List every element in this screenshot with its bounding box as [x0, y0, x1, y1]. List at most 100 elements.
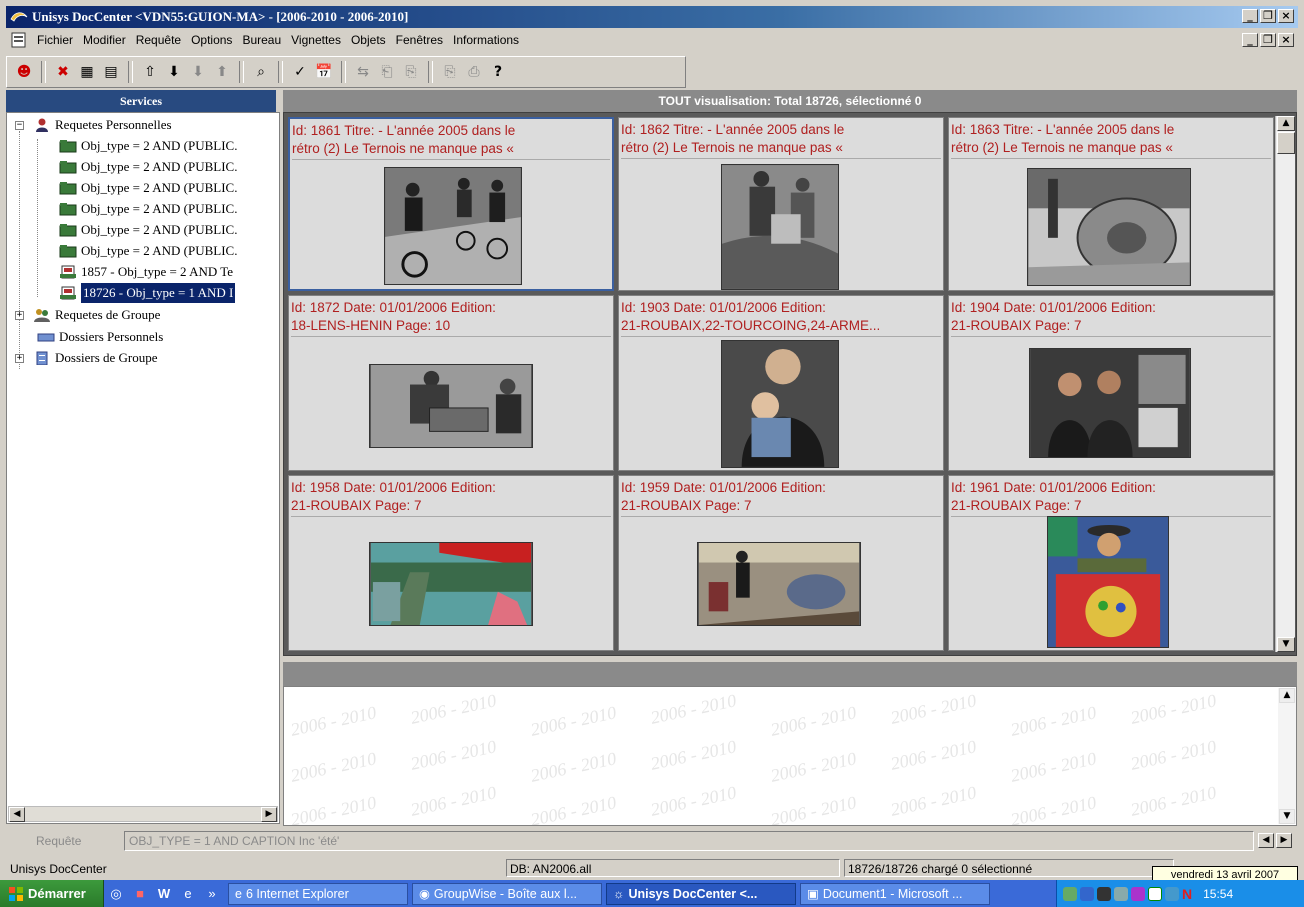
tree-node-query[interactable]: Obj_type = 2 AND (PUBLIC. — [59, 241, 237, 261]
thumbnail-cell[interactable]: Id: 1959 Date: 01/01/2006 Edition: 21-ROU… — [618, 475, 944, 651]
query-input[interactable]: OBJ_TYPE = 1 AND CAPTION Inc 'été' — [124, 831, 1254, 851]
print-icon[interactable]: ⎙ — [463, 61, 485, 83]
folder-green-icon — [59, 140, 77, 153]
tray-traffic-icon[interactable] — [1097, 886, 1111, 901]
tray-vpn-icon[interactable] — [1148, 886, 1162, 901]
scroll-thumb[interactable] — [1277, 132, 1295, 154]
watermark-text: 2006 - 2010 — [768, 702, 859, 740]
thumbnail-cell[interactable]: Id: 1958 Date: 01/01/2006 Edition: 21-ROU… — [288, 475, 614, 651]
arrow-down-grey-icon[interactable]: ⬇ — [187, 61, 209, 83]
search-icon[interactable]: ⌕ — [250, 61, 272, 83]
thumbnail-cell[interactable]: Id: 1872 Date: 01/01/2006 Edition: 18-LEN… — [288, 295, 614, 471]
help-icon[interactable]: ? — [487, 61, 509, 83]
scroll-up-arrow-icon[interactable]: ▲ — [1279, 688, 1295, 703]
menu-vignettes[interactable]: Vignettes — [286, 33, 346, 47]
scroll-right-arrow-icon[interactable]: ▶ — [261, 807, 277, 822]
tree-node-result[interactable]: 1857 - Obj_type = 2 AND Te — [59, 262, 233, 282]
scroll-right-arrow-icon[interactable]: ▶ — [1276, 833, 1292, 848]
child-restore-button[interactable]: ❐ — [1260, 33, 1276, 47]
thumbnail-cell[interactable]: Id: 1861 Titre: - L'année 2005 dans le ré… — [288, 117, 614, 291]
user-stop-icon[interactable]: ☻ — [13, 61, 35, 83]
tree-node-requetes-de-groupe[interactable]: Requetes de Groupe — [33, 305, 160, 325]
detail-vertical-scrollbar[interactable]: ▲ ▼ — [1278, 688, 1296, 824]
close-button[interactable]: × — [1278, 9, 1294, 23]
document-icon[interactable] — [10, 32, 28, 48]
calendar-icon[interactable]: 📅 — [313, 61, 335, 83]
browser-quicklaunch-icon[interactable]: ◎ — [106, 884, 126, 904]
tray-n-icon[interactable]: N — [1182, 886, 1192, 902]
menu-options[interactable]: Options — [186, 33, 237, 47]
import-icon[interactable]: ⎘ — [400, 61, 422, 83]
tray-antivirus-icon[interactable] — [1131, 886, 1145, 901]
restore-button[interactable]: ❐ — [1260, 9, 1276, 23]
tree-node-dossiers-de-groupe[interactable]: Dossiers de Groupe — [33, 348, 158, 368]
tree-label: Dossiers Personnels — [59, 329, 164, 344]
start-button[interactable]: Démarrer — [0, 880, 104, 907]
task-groupwise[interactable]: ◉ GroupWise - Boîte aux l... — [412, 882, 602, 905]
caption-line: Id: 1959 Date: 01/01/2006 Edition: — [621, 480, 826, 495]
copy-icon[interactable]: ⎘ — [439, 61, 461, 83]
menu-fenetres[interactable]: Fenêtres — [391, 33, 448, 47]
tree-label: 18726 - Obj_type = 1 AND I — [81, 283, 236, 303]
expand-toggle[interactable]: + — [15, 311, 24, 320]
scroll-left-arrow-icon[interactable]: ◀ — [9, 807, 25, 822]
tree-node-query[interactable]: Obj_type = 2 AND (PUBLIC. — [59, 220, 237, 240]
tree-node-query[interactable]: Obj_type = 2 AND (PUBLIC. — [59, 157, 237, 177]
menu-modifier[interactable]: Modifier — [78, 33, 131, 47]
grid-vertical-scrollbar[interactable]: ▲ ▼ — [1275, 116, 1295, 652]
toolbox-quicklaunch-icon[interactable]: ■ — [130, 884, 150, 904]
thumbnail-cell[interactable]: Id: 1862 Titre: - L'année 2005 dans le ré… — [618, 117, 944, 291]
menu-fichier[interactable]: Fichier — [32, 33, 78, 47]
tree-label: Obj_type = 2 AND (PUBLIC. — [81, 243, 238, 258]
thumbnail-cell[interactable]: Id: 1863 Titre: - L'année 2005 dans le ré… — [948, 117, 1274, 291]
task-word-document[interactable]: ▣ Document1 - Microsoft ... — [800, 882, 990, 905]
arrow-down-icon[interactable]: ⬇ — [163, 61, 185, 83]
word-quicklaunch-icon[interactable]: W — [154, 884, 174, 904]
menu-informations[interactable]: Informations — [448, 33, 524, 47]
scroll-down-arrow-icon[interactable]: ▼ — [1277, 637, 1295, 652]
delete-icon[interactable]: ✖ — [52, 61, 74, 83]
minimize-button[interactable]: _ — [1242, 9, 1258, 23]
quicklaunch-more-icon[interactable]: » — [202, 884, 222, 904]
tree-node-query[interactable]: Obj_type = 2 AND (PUBLIC. — [59, 178, 237, 198]
tray-shield-icon[interactable] — [1114, 886, 1128, 901]
menu-requete[interactable]: Requête — [131, 33, 186, 47]
check-icon[interactable]: ✓ — [289, 61, 311, 83]
tree-node-query[interactable]: Obj_type = 2 AND (PUBLIC. — [59, 136, 237, 156]
tray-display-icon[interactable] — [1165, 886, 1179, 901]
app-icon — [10, 12, 28, 22]
tray-globe-icon[interactable] — [1080, 886, 1094, 901]
thumbnail-cell[interactable]: Id: 1903 Date: 01/01/2006 Edition: 21-ROU… — [618, 295, 944, 471]
arrow-up-grey-icon[interactable]: ⬆ — [211, 61, 233, 83]
photo-artist-painting — [1047, 516, 1169, 648]
arrow-up-outline-icon[interactable]: ⇧ — [139, 61, 161, 83]
export-icon[interactable]: ⎗ — [376, 61, 398, 83]
doccenter-icon: ☼ — [613, 886, 625, 901]
scroll-up-arrow-icon[interactable]: ▲ — [1277, 116, 1295, 131]
menu-bureau[interactable]: Bureau — [237, 33, 286, 47]
tree-node-query[interactable]: Obj_type = 2 AND (PUBLIC. — [59, 199, 237, 219]
folder-green-icon — [59, 182, 77, 195]
grid-view-icon[interactable]: ▦ — [76, 61, 98, 83]
child-minimize-button[interactable]: _ — [1242, 33, 1258, 47]
collapse-toggle[interactable]: − — [15, 121, 24, 130]
scroll-down-arrow-icon[interactable]: ▼ — [1279, 809, 1295, 824]
tree-node-dossiers-personnels[interactable]: Dossiers Personnels — [37, 327, 163, 347]
watermark-text: 2006 - 2010 — [648, 736, 739, 774]
tree-horizontal-scrollbar[interactable]: ◀ ▶ — [8, 806, 278, 822]
clock[interactable]: 15:54 — [1203, 887, 1233, 901]
tray-network-icon[interactable] — [1063, 886, 1077, 901]
list-view-icon[interactable]: ▤ — [100, 61, 122, 83]
expand-toggle[interactable]: + — [15, 354, 24, 363]
scroll-left-arrow-icon[interactable]: ◀ — [1258, 833, 1274, 848]
tree-node-result-selected[interactable]: 18726 - Obj_type = 1 AND I — [59, 283, 236, 303]
thumbnail-cell[interactable]: Id: 1961 Date: 01/01/2006 Edition: 21-ROU… — [948, 475, 1274, 651]
task-internet-explorer[interactable]: e6 Internet Explorer — [228, 882, 408, 905]
task-unisys-doccenter[interactable]: ☼ Unisys DocCenter <... — [606, 882, 796, 905]
tree-node-requetes-personnelles[interactable]: Requetes Personnelles — [33, 115, 172, 135]
transfer-icon[interactable]: ⇆ — [352, 61, 374, 83]
ie-quicklaunch-icon[interactable]: e — [178, 884, 198, 904]
thumbnail-cell[interactable]: Id: 1904 Date: 01/01/2006 Edition: 21-ROU… — [948, 295, 1274, 471]
child-close-button[interactable]: × — [1278, 33, 1294, 47]
menu-objets[interactable]: Objets — [346, 33, 391, 47]
